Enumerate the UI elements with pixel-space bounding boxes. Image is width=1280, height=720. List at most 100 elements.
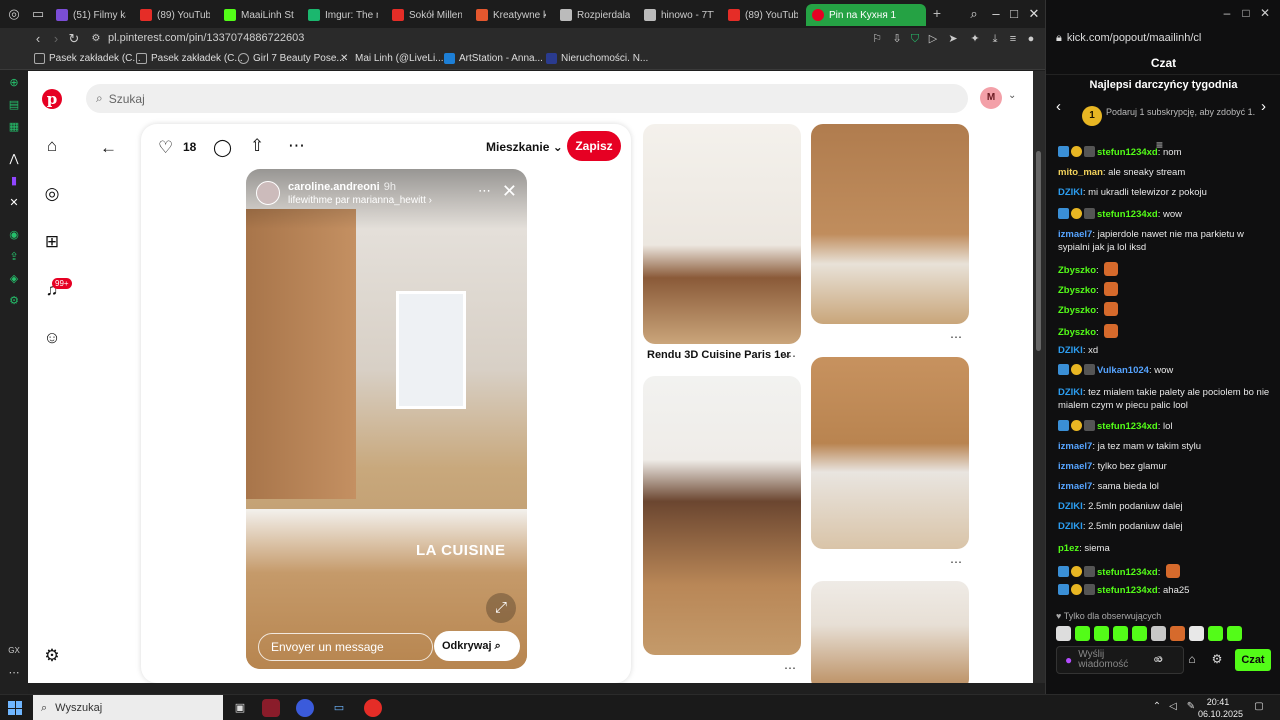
chat-username[interactable]: Vulkan1024 (1097, 365, 1149, 376)
bookmark-item[interactable]: Nieruchomości. N... (546, 53, 648, 64)
chat-username[interactable]: DZIKI (1058, 387, 1083, 398)
tab-5[interactable]: Kreatywne kic (470, 4, 552, 26)
x-logo-icon[interactable]: ✕ (7, 196, 21, 210)
chevron-left-icon[interactable]: ‹ (1056, 98, 1061, 115)
minimize-icon[interactable]: – (988, 6, 1004, 21)
chat-username[interactable]: Zbyszko (1058, 285, 1096, 296)
shield-icon[interactable]: ⛉ (908, 32, 922, 46)
tab-1[interactable]: (89) YouTube (134, 4, 216, 26)
related-pin[interactable] (811, 581, 969, 683)
avatar[interactable]: M (980, 87, 1002, 109)
tab-4[interactable]: Sokół Millenn (386, 4, 468, 26)
microphone-icon[interactable]: ● (1065, 654, 1072, 666)
reload-icon[interactable]: ↻ (66, 31, 82, 47)
menu-icon[interactable]: ≡ (1006, 32, 1020, 46)
emote-icon[interactable] (1056, 626, 1071, 641)
new-tab-icon[interactable]: + (930, 6, 944, 20)
close-icon[interactable]: ✕ (1258, 6, 1272, 20)
more-options-icon[interactable]: ⋯ (784, 661, 796, 675)
home-icon[interactable]: ⌂ (42, 136, 62, 156)
notifications-icon[interactable]: ▢ (1252, 701, 1266, 712)
tab-9-active[interactable]: Pin na Kyxня 1 (806, 4, 926, 26)
more-options-icon[interactable]: ⋯ (288, 136, 305, 156)
clock[interactable]: 20:41 06.10.2025 (1198, 696, 1243, 720)
taskbar-search[interactable]: ⌕ Wyszukaj (33, 695, 223, 720)
emote-icon[interactable] (1075, 626, 1090, 641)
task-view-icon[interactable]: ▣ (231, 699, 249, 717)
save-button[interactable]: Zapisz (567, 131, 621, 161)
settings-icon[interactable]: ⚙ (1209, 652, 1225, 666)
chat-username[interactable]: Zbyszko (1058, 305, 1096, 316)
chat-url-bar[interactable]: 🔒︎ kick.com/popout/maailinh/cl (1056, 29, 1271, 47)
message-input[interactable]: Envoyer un message (258, 633, 433, 661)
settings-icon[interactable]: ⚙ (7, 294, 21, 308)
more-options-icon[interactable]: ⋯ (784, 349, 796, 363)
share-icon[interactable]: ⇧ (250, 136, 264, 156)
tray-chevron-icon[interactable]: ⌃ (1150, 701, 1164, 712)
sidebar-app-icon[interactable]: ◉ (7, 228, 21, 242)
bookmark-item[interactable]: Girl 7 Beauty Pose... (238, 53, 345, 64)
scrollbar-thumb[interactable] (1036, 151, 1041, 351)
pin-title[interactable]: Rendu 3D Cuisine Paris 1er (647, 349, 791, 361)
emote-icon[interactable] (1208, 626, 1223, 641)
chat-username[interactable]: Zbyszko (1058, 327, 1096, 338)
emote-icon[interactable] (1189, 626, 1204, 641)
download-page-icon[interactable]: ⇩ (890, 32, 904, 46)
emote-icon[interactable] (1151, 626, 1166, 641)
chat-username[interactable]: stefun1234xd (1097, 147, 1158, 158)
story-user[interactable]: caroline.andreoni 9h (288, 181, 396, 193)
app-icon[interactable] (296, 699, 314, 717)
sidebar-app-icon[interactable]: ▤ (7, 98, 21, 112)
pen-icon[interactable]: ✎ (1184, 701, 1198, 712)
browser-app-icon[interactable] (364, 699, 382, 717)
tab-7[interactable]: hinowo - 7TV (638, 4, 720, 26)
chat-username[interactable]: stefun1234xd (1097, 209, 1158, 220)
sidebar-app-icon[interactable]: ⇪ (7, 250, 21, 264)
back-arrow-icon[interactable]: ← (100, 138, 117, 158)
maximize-icon[interactable]: □ (1239, 6, 1253, 20)
emote-icon[interactable] (1113, 626, 1128, 641)
bookmark-item[interactable]: ✕ Mai Linh (@LiveLi... (340, 53, 444, 64)
chat-username[interactable]: mito_man (1058, 167, 1103, 178)
related-pin[interactable] (811, 124, 969, 324)
tab-2[interactable]: MaaiLinh Stre (218, 4, 300, 26)
messages-icon[interactable]: ☺ (42, 328, 62, 348)
forward-icon[interactable]: › (48, 31, 64, 46)
story-audio[interactable]: lifewithme par marianna_hewitt › (288, 195, 432, 206)
chat-username[interactable]: izmael7 (1058, 481, 1092, 492)
gx-icon[interactable]: GX (7, 644, 21, 658)
chat-username[interactable]: izmael7 (1058, 461, 1092, 472)
downloads-icon[interactable]: ⤓ (988, 32, 1002, 46)
pinterest-logo-icon[interactable]: p (42, 89, 62, 109)
close-icon[interactable]: ✕ (502, 181, 517, 202)
related-pin[interactable] (811, 357, 969, 549)
tab-8[interactable]: (89) YouTube (722, 4, 804, 26)
bookmark-item[interactable]: ArtStation - Anna... (444, 53, 543, 64)
chat-username[interactable]: Zbyszko (1058, 265, 1096, 276)
chevron-down-icon[interactable]: ⌄ (1008, 90, 1016, 101)
twitch-icon[interactable]: ▮ (7, 174, 21, 188)
related-pin[interactable] (643, 376, 801, 655)
tab-6[interactable]: Rozpierdalam (554, 4, 636, 26)
related-pin[interactable] (643, 124, 801, 344)
emote-icon[interactable] (1094, 626, 1109, 641)
site-info-icon[interactable]: ⚙ (88, 33, 104, 44)
back-icon[interactable]: ‹ (30, 31, 46, 46)
browser-logo-icon[interactable]: ◎ (6, 6, 22, 22)
tab-0[interactable]: (51) Filmy kan (50, 4, 132, 26)
chat-username[interactable]: DZIKI (1058, 521, 1083, 532)
search-input[interactable]: ⌕ Szukaj (86, 84, 968, 113)
tab-3[interactable]: Imgur: The m (302, 4, 384, 26)
app-icon[interactable] (262, 699, 280, 717)
emote-icon[interactable] (1227, 626, 1242, 641)
maximize-icon[interactable]: □ (1006, 6, 1022, 21)
workspaces-icon[interactable]: ▭ (30, 6, 46, 22)
bookmark-item[interactable]: Pasek zakładek (C... (34, 53, 141, 64)
chat-username[interactable]: DZIKI (1058, 187, 1083, 198)
play-icon[interactable]: ▷ (926, 32, 940, 46)
bookmark-item[interactable]: Pasek zakładek (C... (136, 53, 243, 64)
discover-button[interactable]: Odkrywaj ⌕ (434, 631, 520, 661)
chat-username[interactable]: DZIKI (1058, 345, 1083, 356)
settings-icon[interactable]: ⚙ (42, 646, 62, 666)
gift-icon[interactable]: ⌂ (1184, 652, 1200, 666)
